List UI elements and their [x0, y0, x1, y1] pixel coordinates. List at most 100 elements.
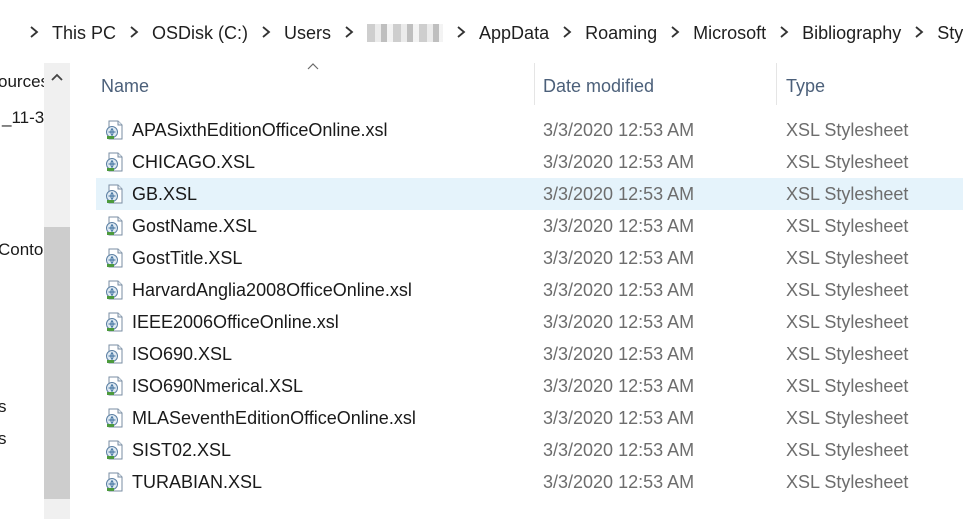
- chevron-right-icon[interactable]: [661, 25, 689, 42]
- file-row[interactable]: APASixthEditionOfficeOnline.xsl 3/3/2020 …: [96, 114, 963, 146]
- xsl-file-icon: [104, 375, 126, 397]
- file-name: SIST02.XSL: [132, 439, 232, 460]
- chevron-up-icon[interactable]: [50, 71, 64, 85]
- file-name-cell[interactable]: GB.XSL: [104, 183, 197, 205]
- file-name: GostTitle.XSL: [132, 247, 243, 268]
- address-bar[interactable]: This PC OSDisk (C:) Users AppData Roaming Mic…: [0, 0, 963, 63]
- chevron-right-icon[interactable]: [553, 25, 581, 42]
- date-modified: 3/3/2020 12:53 AM: [543, 439, 695, 460]
- nav-item[interactable]: ources: [0, 72, 49, 92]
- file-row[interactable]: CHICAGO.XSL 3/3/2020 12:53 AM XSL Styleshe…: [96, 146, 963, 178]
- file-type: XSL Stylesheet: [786, 151, 909, 172]
- file-name: APASixthEditionOfficeOnline.xsl: [132, 119, 388, 140]
- breadcrumb-item[interactable]: OSDisk (C:): [120, 23, 252, 44]
- breadcrumb-item[interactable]: Style: [905, 23, 963, 44]
- chevron-right-icon[interactable]: [335, 25, 363, 42]
- file-name-cell[interactable]: IEEE2006OfficeOnline.xsl: [104, 311, 339, 333]
- file-name-cell[interactable]: ISO690Nmerical.XSL: [104, 375, 303, 397]
- file-type: XSL Stylesheet: [786, 119, 909, 140]
- nav-item[interactable]: _11-3: [2, 108, 44, 128]
- file-row[interactable]: ISO690Nmerical.XSL 3/3/2020 12:53 AM XSL S…: [96, 370, 963, 402]
- file-row[interactable]: GostName.XSL 3/3/2020 12:53 AM XSL Stylesh…: [96, 210, 963, 242]
- file-type: XSL Stylesheet: [786, 471, 909, 492]
- date-modified: 3/3/2020 12:53 AM: [543, 279, 695, 300]
- breadcrumb-item[interactable]: Roaming: [553, 23, 661, 44]
- file-name: CHICAGO.XSL: [132, 151, 256, 172]
- file-row[interactable]: SIST02.XSL 3/3/2020 12:53 AM XSL Styleshee…: [96, 434, 963, 466]
- file-row[interactable]: ISO690.XSL 3/3/2020 12:53 AM XSL Styleshee…: [96, 338, 963, 370]
- file-name: IEEE2006OfficeOnline.xsl: [132, 311, 339, 332]
- file-name-cell[interactable]: CHICAGO.XSL: [104, 151, 255, 173]
- nav-item[interactable]: s: [0, 397, 7, 417]
- file-name-cell[interactable]: TURABIAN.XSL: [104, 471, 262, 493]
- date-modified: 3/3/2020 12:53 AM: [543, 311, 695, 332]
- xsl-file-icon: [104, 279, 126, 301]
- nav-scrollbar[interactable]: [44, 63, 70, 519]
- breadcrumb-item[interactable]: Bibliography: [770, 23, 905, 44]
- breadcrumb-label[interactable]: Style: [933, 23, 963, 44]
- file-name-cell[interactable]: MLASeventhEditionOfficeOnline.xsl: [104, 407, 416, 429]
- date-modified: 3/3/2020 12:53 AM: [543, 151, 695, 172]
- column-header: Name Date modified Type: [70, 63, 963, 109]
- redacted-username[interactable]: [367, 24, 444, 42]
- file-row[interactable]: TURABIAN.XSL 3/3/2020 12:53 AM XSL Stylesh…: [96, 466, 963, 498]
- file-type: XSL Stylesheet: [786, 407, 909, 428]
- file-type: XSL Stylesheet: [786, 247, 909, 268]
- column-header-type[interactable]: Type: [786, 63, 825, 109]
- file-name-cell[interactable]: ISO690.XSL: [104, 343, 232, 365]
- file-type: XSL Stylesheet: [786, 215, 909, 236]
- breadcrumb-item[interactable]: This PC: [20, 23, 120, 44]
- navigation-pane: ources _11-3 Contos s s: [0, 63, 70, 519]
- xsl-file-icon: [104, 151, 126, 173]
- file-row[interactable]: GB.XSL 3/3/2020 12:53 AM XSL Stylesheet: [96, 178, 963, 210]
- xsl-file-icon: [104, 439, 126, 461]
- column-header-date[interactable]: Date modified: [543, 63, 654, 109]
- date-modified: 3/3/2020 12:53 AM: [543, 215, 695, 236]
- file-name: MLASeventhEditionOfficeOnline.xsl: [132, 407, 416, 428]
- breadcrumb-item[interactable]: AppData: [447, 23, 553, 44]
- breadcrumb-label[interactable]: Users: [280, 23, 335, 44]
- breadcrumb-item[interactable]: Microsoft: [661, 23, 770, 44]
- chevron-right-icon[interactable]: [20, 25, 48, 42]
- chevron-right-icon[interactable]: [120, 25, 148, 42]
- file-name-cell[interactable]: GostName.XSL: [104, 215, 257, 237]
- breadcrumb-label[interactable]: This PC: [48, 23, 120, 44]
- column-divider[interactable]: [534, 63, 535, 105]
- breadcrumb-label[interactable]: OSDisk (C:): [148, 23, 252, 44]
- file-row[interactable]: IEEE2006OfficeOnline.xsl 3/3/2020 12:53 A…: [96, 306, 963, 338]
- chevron-right-icon[interactable]: [447, 25, 475, 42]
- breadcrumb-item[interactable]: Users: [252, 23, 335, 44]
- date-modified: 3/3/2020 12:53 AM: [543, 471, 695, 492]
- file-name-cell[interactable]: SIST02.XSL: [104, 439, 231, 461]
- column-header-name[interactable]: Name: [101, 63, 149, 109]
- xsl-file-icon: [104, 311, 126, 333]
- breadcrumb-label[interactable]: AppData: [475, 23, 553, 44]
- xsl-file-icon: [104, 183, 126, 205]
- file-type: XSL Stylesheet: [786, 439, 909, 460]
- date-modified: 3/3/2020 12:53 AM: [543, 247, 695, 268]
- file-name: ISO690.XSL: [132, 343, 233, 364]
- nav-scrollbar-thumb[interactable]: [44, 227, 70, 499]
- breadcrumb-label[interactable]: Bibliography: [798, 23, 905, 44]
- file-type: XSL Stylesheet: [786, 279, 909, 300]
- date-modified: 3/3/2020 12:53 AM: [543, 183, 695, 204]
- column-divider[interactable]: [776, 63, 777, 105]
- nav-item[interactable]: s: [0, 429, 7, 449]
- file-name-cell[interactable]: HarvardAnglia2008OfficeOnline.xsl: [104, 279, 412, 301]
- file-name-cell[interactable]: GostTitle.XSL: [104, 247, 242, 269]
- breadcrumb-item[interactable]: [335, 24, 447, 42]
- chevron-right-icon[interactable]: [770, 25, 798, 42]
- date-modified: 3/3/2020 12:53 AM: [543, 343, 695, 364]
- xsl-file-icon: [104, 247, 126, 269]
- file-name: GostName.XSL: [132, 215, 258, 236]
- chevron-right-icon[interactable]: [905, 25, 933, 42]
- breadcrumb-label[interactable]: Microsoft: [689, 23, 770, 44]
- file-row[interactable]: MLASeventhEditionOfficeOnline.xsl 3/3/202…: [96, 402, 963, 434]
- file-row[interactable]: HarvardAnglia2008OfficeOnline.xsl 3/3/202…: [96, 274, 963, 306]
- sort-up-icon: [307, 57, 319, 73]
- breadcrumb-label[interactable]: Roaming: [581, 23, 661, 44]
- file-name-cell[interactable]: APASixthEditionOfficeOnline.xsl: [104, 119, 387, 141]
- breadcrumb: This PC OSDisk (C:) Users AppData Roaming Mic…: [0, 12, 963, 54]
- chevron-right-icon[interactable]: [252, 25, 280, 42]
- file-row[interactable]: GostTitle.XSL 3/3/2020 12:53 AM XSL Styles…: [96, 242, 963, 274]
